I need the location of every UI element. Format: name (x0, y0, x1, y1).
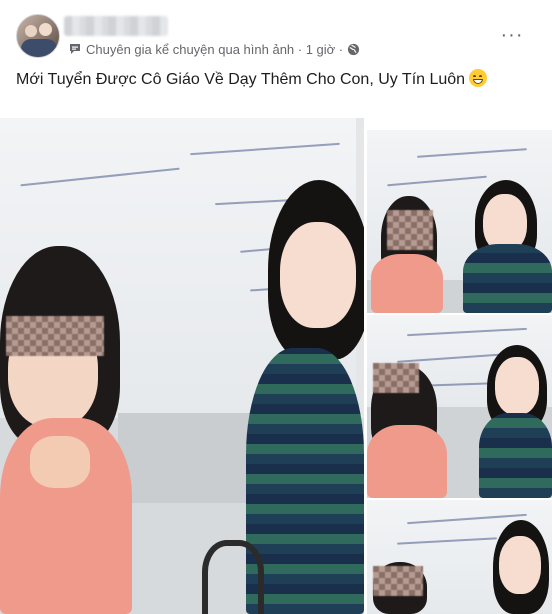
globe-icon[interactable] (347, 43, 360, 56)
main-photo[interactable] (0, 118, 364, 614)
post-header: Chuyên gia kể chuyện qua hình ảnh · 1 gi… (0, 0, 552, 62)
blurred-face-mosaic (6, 316, 104, 356)
thumbnail-photo-1[interactable] (367, 130, 552, 313)
avatar-person-body (21, 39, 57, 57)
thumbnail-photo-3[interactable] (367, 500, 552, 614)
caption-text: Mới Tuyển Được Cô Giáo Về Dạy Thêm Cho C… (16, 71, 466, 88)
avatar-person-face (39, 23, 52, 36)
post-options-button[interactable]: ··· (496, 24, 528, 46)
avatar-person-face (25, 25, 37, 37)
post-caption: Mới Tuyển Được Cô Giáo Về Dạy Thêm Cho C… (16, 69, 536, 91)
grinning-face-emoji-icon (469, 69, 488, 87)
avatar[interactable] (16, 14, 60, 58)
blurred-face-mosaic (387, 210, 433, 250)
chat-bubble-icon (68, 42, 82, 56)
poster-name-blurred[interactable] (64, 16, 168, 36)
photo-grid (0, 118, 552, 614)
post-meta: Chuyên gia kể chuyện qua hình ảnh · 1 gi… (68, 41, 360, 57)
blurred-face-mosaic (373, 363, 419, 393)
meta-text[interactable]: Chuyên gia kể chuyện qua hình ảnh · 1 gi… (86, 42, 343, 57)
blurred-face-mosaic (373, 566, 423, 596)
thumbnail-photo-2[interactable] (367, 315, 552, 498)
